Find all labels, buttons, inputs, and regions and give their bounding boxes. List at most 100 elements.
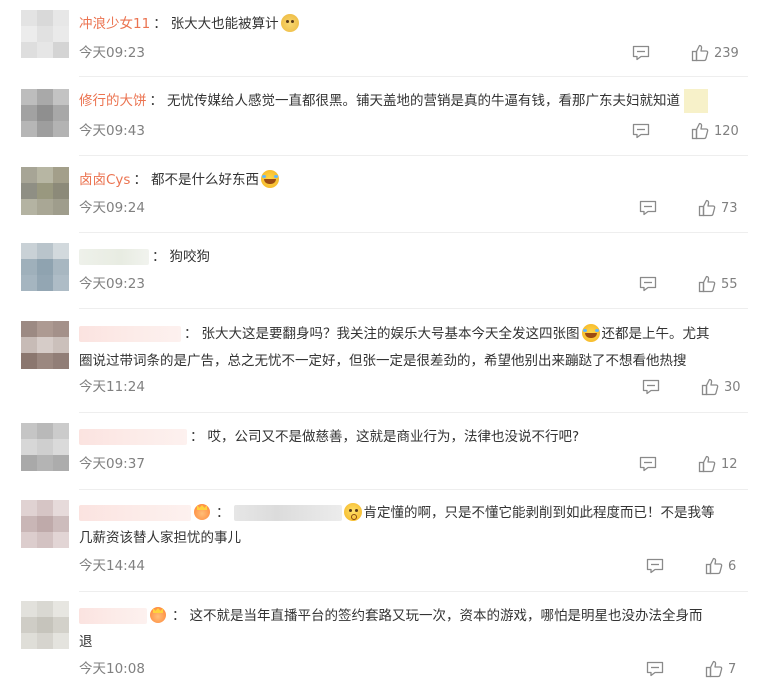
username-link[interactable]: 修行的大饼 <box>79 93 147 109</box>
avatar-mosaic-cell <box>21 183 37 199</box>
divider <box>79 155 748 156</box>
like-count: 12 <box>721 456 738 472</box>
avatar-mosaic-cell <box>21 337 37 353</box>
like-button[interactable]: 12 <box>698 455 738 473</box>
comment-text: 退 <box>79 634 93 650</box>
colon: ： <box>153 16 167 32</box>
avatar-mosaic-cell <box>21 199 37 215</box>
comment-text: 几薪资该替人家担忧的事儿 <box>79 530 241 546</box>
avatar-mosaic-cell <box>53 243 69 259</box>
avatar-mosaic-cell <box>37 42 53 58</box>
avatar-mosaic-cell <box>37 633 53 649</box>
like-count: 6 <box>728 558 737 574</box>
avatar-mosaic-cell <box>21 601 37 617</box>
comment-bubble-icon[interactable] <box>632 45 650 61</box>
colon: ： <box>152 249 166 265</box>
username-link[interactable]: 冲浪少女11 <box>79 16 150 32</box>
username-masked[interactable] <box>79 326 181 342</box>
avatar-mosaic-cell <box>53 183 69 199</box>
colon: ： <box>133 172 147 188</box>
avatar-mosaic-cell <box>37 10 53 26</box>
divider <box>79 412 748 413</box>
username-masked[interactable] <box>79 505 191 521</box>
avatar-mosaic-cell <box>21 423 37 439</box>
avatar-mosaic-cell <box>53 601 69 617</box>
like-button[interactable]: 30 <box>701 378 741 396</box>
comment-text: 哎，公司又不是做慈善，这就是商业行为，法律也没说不行吧? <box>207 429 580 445</box>
comment-bubble-icon[interactable] <box>639 456 657 472</box>
avatar-mosaic-cell <box>53 259 69 275</box>
avatar-mosaic-cell <box>53 121 69 137</box>
avatar-mosaic-cell <box>37 183 53 199</box>
avatar[interactable] <box>21 89 69 137</box>
username-link[interactable]: 卤卤Cys <box>79 172 130 188</box>
comment-bubble-icon[interactable] <box>639 276 657 292</box>
dog-face-emoji-icon <box>280 14 299 32</box>
avatar-mosaic-cell <box>53 199 69 215</box>
avatar-mosaic-cell <box>37 500 53 516</box>
username-masked[interactable] <box>79 429 187 445</box>
comment-bubble-icon[interactable] <box>632 123 650 139</box>
avatar-mosaic-cell <box>21 243 37 259</box>
like-button[interactable]: 55 <box>698 275 738 293</box>
avatar-mosaic-cell <box>37 353 53 369</box>
comment-time: 今天09:24 <box>79 200 145 216</box>
thumbs-up-icon <box>698 199 716 217</box>
avatar-mosaic-cell <box>37 423 53 439</box>
laughing-tears-emoji-icon <box>581 324 600 342</box>
like-button[interactable]: 6 <box>705 557 736 575</box>
avatar[interactable] <box>21 423 69 471</box>
avatar-mosaic-cell <box>53 439 69 455</box>
avatar[interactable] <box>21 321 69 369</box>
thumbs-up-icon <box>698 455 716 473</box>
like-count: 30 <box>724 379 741 395</box>
avatar-mosaic-cell <box>37 617 53 633</box>
colon: ： <box>184 326 198 342</box>
avatar[interactable] <box>21 601 69 649</box>
comment-bubble-icon[interactable] <box>646 661 664 677</box>
mention-masked[interactable] <box>233 505 342 521</box>
avatar-mosaic-cell <box>37 167 53 183</box>
avatar[interactable] <box>21 10 69 58</box>
avatar-mosaic-cell <box>53 353 69 369</box>
comment-bubble-icon[interactable] <box>642 379 660 395</box>
username-masked[interactable] <box>79 608 147 624</box>
avatar-mosaic-cell <box>21 353 37 369</box>
avatar[interactable] <box>21 167 69 215</box>
avatar-mosaic-cell <box>37 337 53 353</box>
avatar-mosaic-cell <box>21 275 37 291</box>
comment-text: 张大大也能被算计 <box>170 16 279 32</box>
avatar-mosaic-cell <box>21 532 37 548</box>
like-button[interactable]: 73 <box>698 199 738 217</box>
avatar-mosaic-cell <box>21 633 37 649</box>
comment-time: 今天09:43 <box>79 123 145 139</box>
comment-time: 今天10:08 <box>79 661 145 677</box>
thumbs-up-icon <box>701 378 719 396</box>
comment-text: 张大大这是要翻身吗？我关注的娱乐大号基本今天全发这四张图 <box>201 326 580 342</box>
comment-time: 今天11:24 <box>79 379 145 395</box>
avatar-mosaic-cell <box>53 633 69 649</box>
avatar-mosaic-cell <box>53 617 69 633</box>
comment-text: 无忧传媒给人感觉一直都很黑。铺天盖地的营销是真的牛逼有钱，看那广东夫妇就知道 <box>167 93 680 109</box>
avatar-mosaic-cell <box>21 617 37 633</box>
avatar-mosaic-cell <box>53 455 69 471</box>
avatar-mosaic-cell <box>21 455 37 471</box>
avatar-mosaic-cell <box>37 243 53 259</box>
avatar-mosaic-cell <box>37 321 53 337</box>
avatar-mosaic-cell <box>21 500 37 516</box>
avatar[interactable] <box>21 500 69 548</box>
avatar-mosaic-cell <box>37 26 53 42</box>
avatar-mosaic-cell <box>21 121 37 137</box>
inline-image-thumbnail[interactable] <box>684 89 708 113</box>
comment-text: 都不是什么好东西 <box>150 172 259 188</box>
comment-bubble-icon[interactable] <box>639 200 657 216</box>
like-button[interactable]: 120 <box>691 122 739 140</box>
like-count: 239 <box>714 45 739 61</box>
divider <box>79 76 748 77</box>
like-button[interactable]: 7 <box>705 660 736 678</box>
comment-bubble-icon[interactable] <box>646 558 664 574</box>
like-button[interactable]: 239 <box>691 44 739 62</box>
colon: ： <box>216 505 230 521</box>
username-masked[interactable] <box>79 249 149 265</box>
avatar[interactable] <box>21 243 69 291</box>
